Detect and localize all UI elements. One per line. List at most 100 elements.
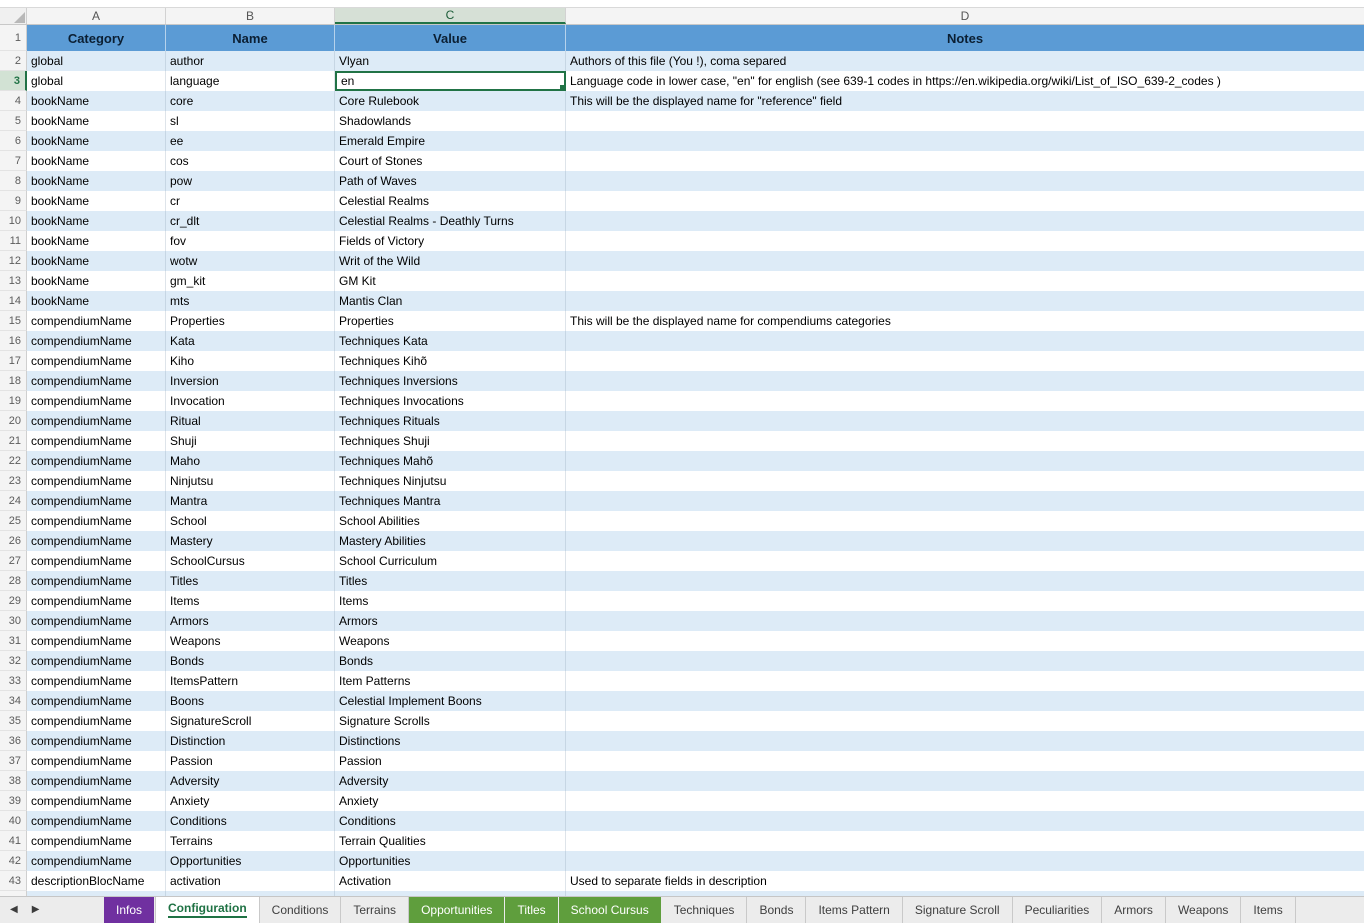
cell-A2[interactable]: global bbox=[27, 51, 166, 71]
column-header-C[interactable]: C bbox=[335, 8, 566, 24]
cell-C41[interactable]: Terrain Qualities bbox=[335, 831, 566, 851]
row-header-29[interactable]: 29 bbox=[0, 591, 27, 611]
row-header-22[interactable]: 22 bbox=[0, 451, 27, 471]
row-header-20[interactable]: 20 bbox=[0, 411, 27, 431]
row-header-21[interactable]: 21 bbox=[0, 431, 27, 451]
cell-C18[interactable]: Techniques Inversions bbox=[335, 371, 566, 391]
sheet-tab-terrains[interactable]: Terrains bbox=[341, 897, 409, 923]
cell-D7[interactable] bbox=[566, 151, 1364, 171]
cell-C44[interactable] bbox=[335, 891, 566, 896]
row-header-36[interactable]: 36 bbox=[0, 731, 27, 751]
column-header-A[interactable]: A bbox=[27, 8, 166, 24]
cell-A10[interactable]: bookName bbox=[27, 211, 166, 231]
cell-B39[interactable]: Anxiety bbox=[166, 791, 335, 811]
cell-C24[interactable]: Techniques Mantra bbox=[335, 491, 566, 511]
cell-B18[interactable]: Inversion bbox=[166, 371, 335, 391]
cell-C32[interactable]: Bonds bbox=[335, 651, 566, 671]
cell-A19[interactable]: compendiumName bbox=[27, 391, 166, 411]
cell-D38[interactable] bbox=[566, 771, 1364, 791]
cell-A5[interactable]: bookName bbox=[27, 111, 166, 131]
cell-C21[interactable]: Techniques Shuji bbox=[335, 431, 566, 451]
row-header-17[interactable]: 17 bbox=[0, 351, 27, 371]
cell-A30[interactable]: compendiumName bbox=[27, 611, 166, 631]
cell-A32[interactable]: compendiumName bbox=[27, 651, 166, 671]
cell-A23[interactable]: compendiumName bbox=[27, 471, 166, 491]
sheet-tab-weapons[interactable]: Weapons bbox=[1166, 897, 1241, 923]
sheet-tab-signature-scroll[interactable]: Signature Scroll bbox=[903, 897, 1013, 923]
row-header-13[interactable]: 13 bbox=[0, 271, 27, 291]
cell-D4[interactable]: This will be the displayed name for "ref… bbox=[566, 91, 1364, 111]
cell-C16[interactable]: Techniques Kata bbox=[335, 331, 566, 351]
cell-D2[interactable]: Authors of this file (You !), coma separ… bbox=[566, 51, 1364, 71]
cell-B35[interactable]: SignatureScroll bbox=[166, 711, 335, 731]
cell-C19[interactable]: Techniques Invocations bbox=[335, 391, 566, 411]
cell-D21[interactable] bbox=[566, 431, 1364, 451]
sheet-tab-armors[interactable]: Armors bbox=[1102, 897, 1166, 923]
row-header-11[interactable]: 11 bbox=[0, 231, 27, 251]
cell-B11[interactable]: fov bbox=[166, 231, 335, 251]
cell-B15[interactable]: Properties bbox=[166, 311, 335, 331]
cell-C34[interactable]: Celestial Implement Boons bbox=[335, 691, 566, 711]
cell-C4[interactable]: Core Rulebook bbox=[335, 91, 566, 111]
cell-A37[interactable]: compendiumName bbox=[27, 751, 166, 771]
row-header-9[interactable]: 9 bbox=[0, 191, 27, 211]
cell-B27[interactable]: SchoolCursus bbox=[166, 551, 335, 571]
cell-B9[interactable]: cr bbox=[166, 191, 335, 211]
cell-B19[interactable]: Invocation bbox=[166, 391, 335, 411]
cell-B36[interactable]: Distinction bbox=[166, 731, 335, 751]
cell-B7[interactable]: cos bbox=[166, 151, 335, 171]
cell-D32[interactable] bbox=[566, 651, 1364, 671]
cell-A16[interactable]: compendiumName bbox=[27, 331, 166, 351]
cell-D19[interactable] bbox=[566, 391, 1364, 411]
header-cell-notes[interactable]: Notes bbox=[566, 25, 1364, 51]
cell-A8[interactable]: bookName bbox=[27, 171, 166, 191]
sheet-tab-techniques[interactable]: Techniques bbox=[662, 897, 748, 923]
cell-B24[interactable]: Mantra bbox=[166, 491, 335, 511]
cell-C15[interactable]: Properties bbox=[335, 311, 566, 331]
cell-B41[interactable]: Terrains bbox=[166, 831, 335, 851]
cell-D12[interactable] bbox=[566, 251, 1364, 271]
cell-B42[interactable]: Opportunities bbox=[166, 851, 335, 871]
cell-B20[interactable]: Ritual bbox=[166, 411, 335, 431]
sheet-tab-school-cursus[interactable]: School Cursus bbox=[559, 897, 662, 923]
cell-A15[interactable]: compendiumName bbox=[27, 311, 166, 331]
row-header-5[interactable]: 5 bbox=[0, 111, 27, 131]
cell-D40[interactable] bbox=[566, 811, 1364, 831]
header-cell-value[interactable]: Value bbox=[335, 25, 566, 51]
row-header-1[interactable]: 1 bbox=[0, 25, 27, 51]
cell-B34[interactable]: Boons bbox=[166, 691, 335, 711]
cell-B10[interactable]: cr_dlt bbox=[166, 211, 335, 231]
cell-D27[interactable] bbox=[566, 551, 1364, 571]
cell-B5[interactable]: sl bbox=[166, 111, 335, 131]
cell-C31[interactable]: Weapons bbox=[335, 631, 566, 651]
row-header-37[interactable]: 37 bbox=[0, 751, 27, 771]
sheet-tab-opportunities[interactable]: Opportunities bbox=[409, 897, 505, 923]
row-header-27[interactable]: 27 bbox=[0, 551, 27, 571]
cell-C22[interactable]: Techniques Mahõ bbox=[335, 451, 566, 471]
cell-C3[interactable]: en bbox=[335, 71, 566, 91]
cell-C14[interactable]: Mantis Clan bbox=[335, 291, 566, 311]
row-header-18[interactable]: 18 bbox=[0, 371, 27, 391]
cell-B43[interactable]: activation bbox=[166, 871, 335, 891]
cell-D5[interactable] bbox=[566, 111, 1364, 131]
row-header-32[interactable]: 32 bbox=[0, 651, 27, 671]
sheet-tab-conditions[interactable]: Conditions bbox=[260, 897, 342, 923]
cell-D35[interactable] bbox=[566, 711, 1364, 731]
cell-C8[interactable]: Path of Waves bbox=[335, 171, 566, 191]
cell-A12[interactable]: bookName bbox=[27, 251, 166, 271]
cell-C9[interactable]: Celestial Realms bbox=[335, 191, 566, 211]
cell-B28[interactable]: Titles bbox=[166, 571, 335, 591]
cell-B8[interactable]: pow bbox=[166, 171, 335, 191]
cell-D41[interactable] bbox=[566, 831, 1364, 851]
row-header-38[interactable]: 38 bbox=[0, 771, 27, 791]
sheet-tab-bonds[interactable]: Bonds bbox=[747, 897, 806, 923]
cell-C33[interactable]: Item Patterns bbox=[335, 671, 566, 691]
cell-A28[interactable]: compendiumName bbox=[27, 571, 166, 591]
row-header-26[interactable]: 26 bbox=[0, 531, 27, 551]
row-header-24[interactable]: 24 bbox=[0, 491, 27, 511]
cell-A26[interactable]: compendiumName bbox=[27, 531, 166, 551]
cell-C30[interactable]: Armors bbox=[335, 611, 566, 631]
cell-D26[interactable] bbox=[566, 531, 1364, 551]
cell-C23[interactable]: Techniques Ninjutsu bbox=[335, 471, 566, 491]
cell-D3[interactable]: Language code in lower case, "en" for en… bbox=[566, 71, 1364, 91]
